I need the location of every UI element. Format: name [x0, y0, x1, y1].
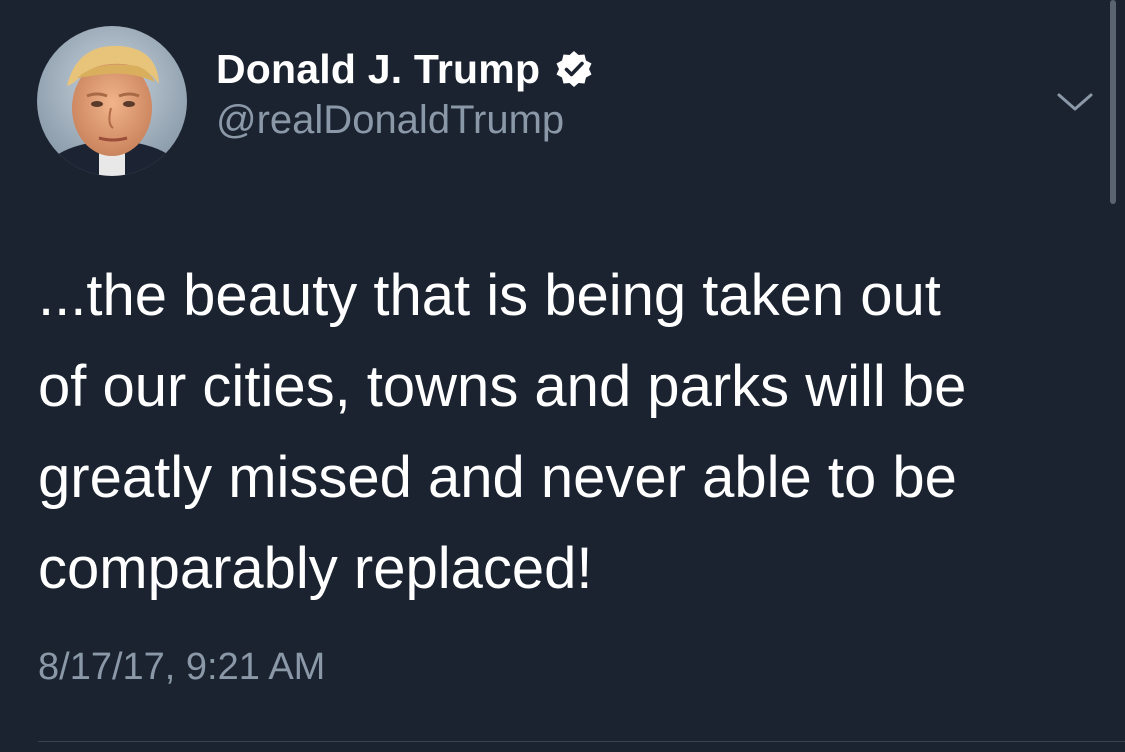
chevron-down-icon — [1057, 93, 1093, 111]
profile-photo-icon — [37, 26, 187, 176]
avatar[interactable] — [37, 26, 187, 176]
verified-badge-icon — [554, 49, 594, 89]
tweet-timestamp[interactable]: 8/17/17, 9:21 AM — [38, 646, 325, 689]
tweet-text: ...the beauty that is being taken out of… — [38, 263, 967, 601]
tweet-menu-button[interactable] — [1055, 82, 1095, 122]
divider — [38, 741, 1125, 742]
tweet-card: Donald J. Trump @realDonaldTrump ...the … — [0, 0, 1125, 752]
scrollbar[interactable] — [1110, 0, 1116, 204]
display-name[interactable]: Donald J. Trump — [216, 46, 540, 93]
author-handle[interactable]: @realDonaldTrump — [216, 98, 564, 143]
author-name-row[interactable]: Donald J. Trump — [216, 44, 594, 94]
